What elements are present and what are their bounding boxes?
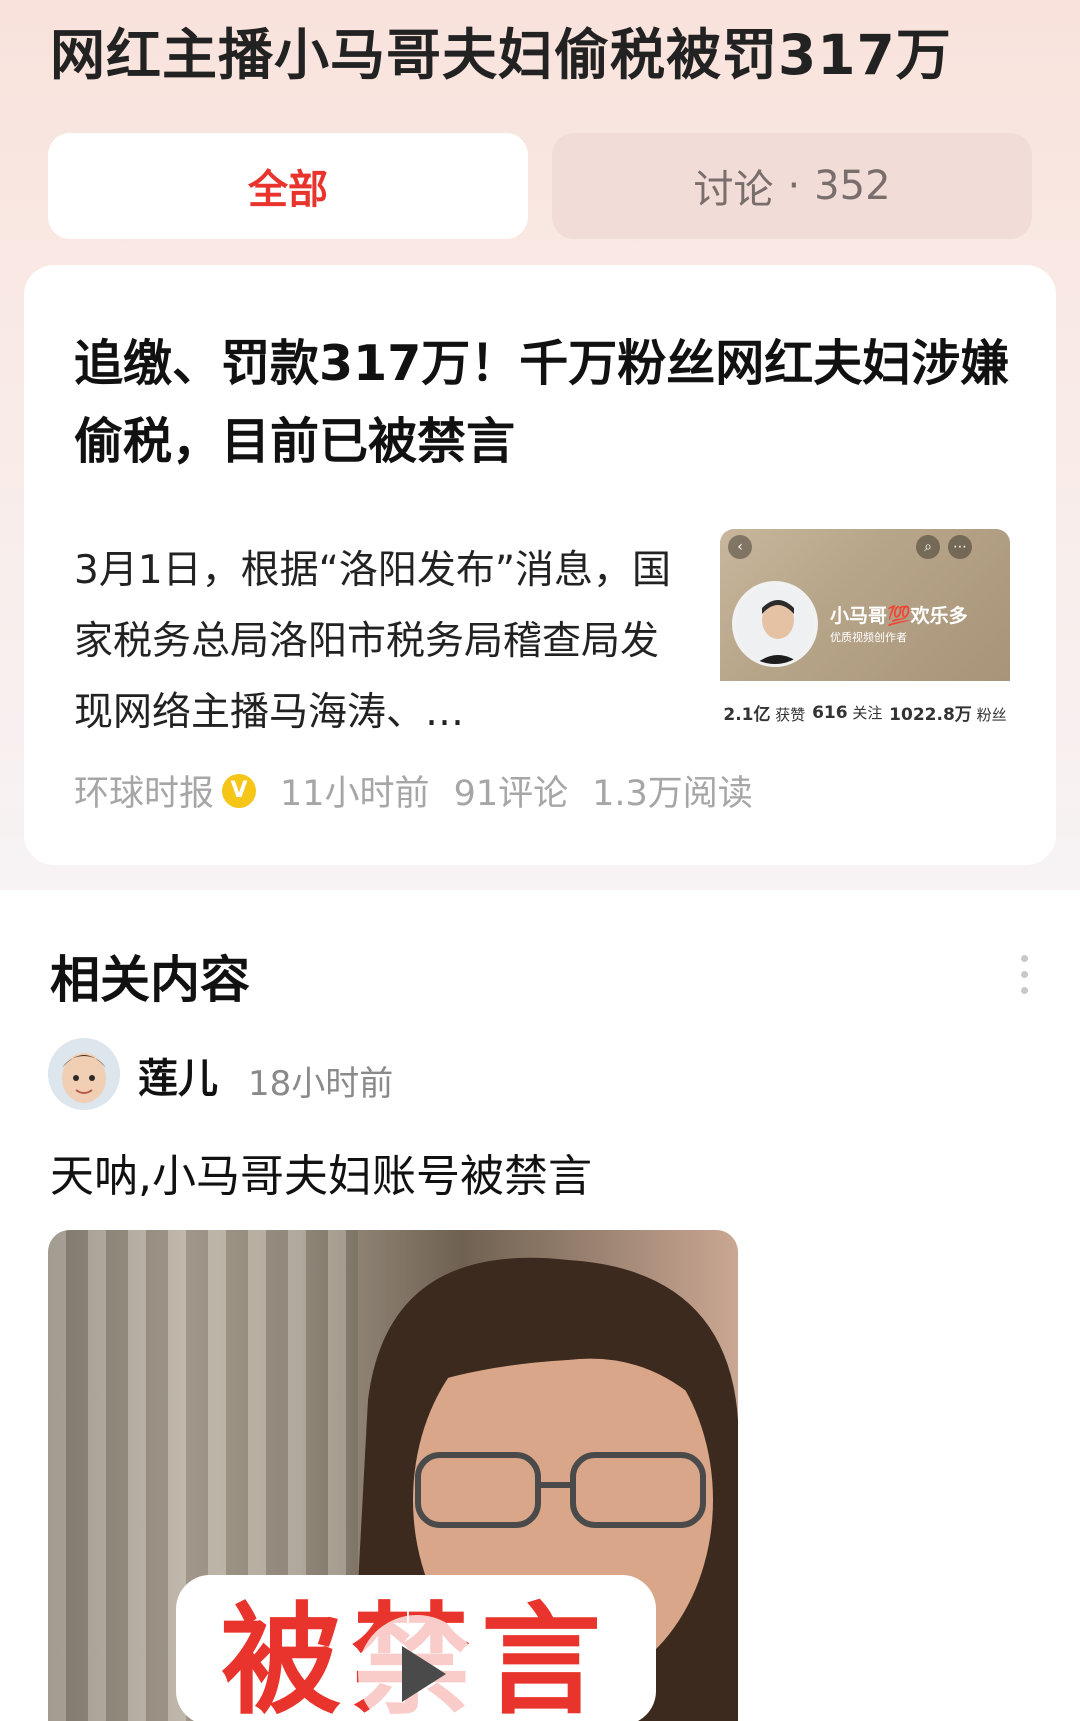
search-icon: ⌕ xyxy=(916,535,940,559)
play-icon[interactable] xyxy=(358,1615,476,1721)
verified-icon: V xyxy=(222,773,257,808)
article-reads: 1.3万阅读 xyxy=(592,774,753,814)
author-name[interactable]: 莲儿 xyxy=(138,1046,218,1104)
article-meta: 环球时报 V 11小时前 91评论 1.3万阅读 xyxy=(74,765,753,816)
fans-stat: 1022.8万 粉丝 xyxy=(889,704,1007,725)
tab-discussion-label: 讨论 xyxy=(693,167,774,213)
more-vertical-icon[interactable] xyxy=(1018,955,1030,995)
article-summary: 3月1日，根据“洛阳发布”消息，国家税务总局洛阳市税务局稽查局发现网络主播马海涛… xyxy=(74,548,672,735)
creator-badge: 优质视频创作者 xyxy=(830,631,907,644)
tab-discussion-count: 352 xyxy=(814,163,891,209)
article-title[interactable]: 追缴、罚款317万！千万粉丝网红夫妇涉嫌偷税，目前已被禁言 xyxy=(74,325,1014,481)
following-stat: 616 关注 xyxy=(812,702,883,723)
tab-all[interactable]: 全部 xyxy=(48,133,528,239)
tab-discussion[interactable]: 讨论 · 352 xyxy=(552,133,1032,239)
more-dots-icon: ⋯ xyxy=(948,535,972,559)
author-avatar[interactable] xyxy=(48,1038,120,1110)
likes-stat: 2.1亿 获赞 xyxy=(723,704,806,725)
tab-separator: · xyxy=(787,163,801,209)
article-time: 11小时前 xyxy=(280,774,430,814)
video-thumbnail[interactable]: 被禁言 xyxy=(48,1230,738,1721)
article-source[interactable]: 环球时报 xyxy=(74,765,214,816)
profile-avatar xyxy=(732,581,818,667)
profile-stats: 2.1亿 获赞 616 关注 1022.8万 粉丝 xyxy=(720,681,1010,743)
profile-name: 小马哥💯欢乐多 xyxy=(830,605,968,627)
topic-title: 网红主播小马哥夫妇偷税被罚317万 xyxy=(50,23,952,87)
tab-all-label: 全部 xyxy=(248,167,328,213)
article-card[interactable]: 追缴、罚款317万！千万粉丝网红夫妇涉嫌偷税，目前已被禁言 3月1日，根据“洛阳… xyxy=(24,265,1056,865)
article-comments: 91评论 xyxy=(453,774,569,814)
related-section-title: 相关内容 xyxy=(50,951,250,1009)
article-thumbnail[interactable]: ‹ ⌕ ⋯ 小马哥💯欢乐多 优质视频创作者 2.1亿 获赞 616 关注 102… xyxy=(720,529,1010,743)
post-text[interactable]: 天呐,小马哥夫妇账号被禁言 xyxy=(50,1140,592,1204)
post-time: 18小时前 xyxy=(248,1064,394,1104)
back-arrow-icon: ‹ xyxy=(728,535,752,559)
